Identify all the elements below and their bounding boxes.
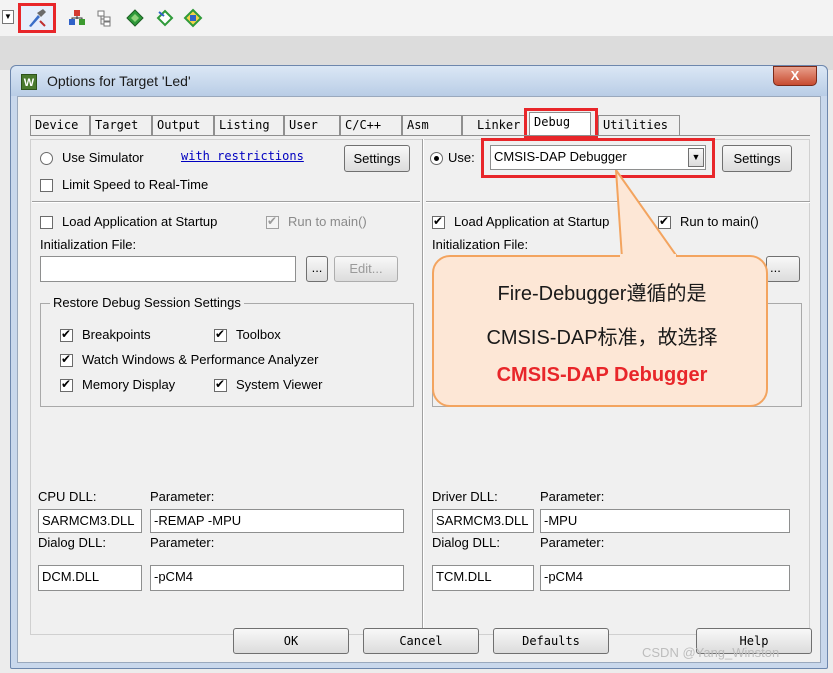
debugger-select[interactable]: CMSIS-DAP Debugger: [490, 145, 706, 170]
with-restrictions-link[interactable]: with restrictions: [181, 149, 304, 163]
toolbox-label: Toolbox: [236, 327, 281, 342]
init-file-input-left[interactable]: [40, 256, 296, 282]
pane-divider: [422, 139, 424, 635]
memory-display-label: Memory Display: [82, 377, 176, 392]
load-app-label-left: Load Application at Startup: [62, 214, 218, 229]
ok-button[interactable]: OK: [233, 628, 349, 654]
dropdown-arrow-icon[interactable]: ▼: [2, 10, 14, 24]
watermark: CSDN @Yang_Winston: [642, 645, 780, 660]
driver-param-label: Parameter:: [540, 489, 605, 504]
tab-debug[interactable]: Debug: [529, 112, 591, 136]
tab-utilities[interactable]: Utilities: [598, 115, 680, 135]
init-file-edit-button-left[interactable]: Edit...: [334, 256, 398, 282]
tab-output[interactable]: Output: [152, 115, 214, 135]
callout-line-3: CMSIS-DAP Debugger: [496, 364, 708, 386]
tab-device[interactable]: Device: [30, 115, 90, 135]
manage-components-icon[interactable]: [64, 5, 90, 31]
run-to-main-label-left: Run to main(): [288, 214, 367, 229]
dialog-title: Options for Target 'Led': [47, 73, 191, 89]
simulator-settings-button[interactable]: Settings: [344, 145, 410, 172]
limit-speed-label: Limit Speed to Real-Time: [62, 177, 209, 192]
tab-listing[interactable]: Listing: [214, 115, 284, 135]
keil-logo-icon: W: [21, 74, 37, 90]
tab-target[interactable]: Target: [90, 115, 152, 135]
cpu-dll-input[interactable]: SARMCM3.DLL: [38, 509, 142, 533]
defaults-button[interactable]: Defaults: [493, 628, 609, 654]
left-separator: [32, 201, 420, 203]
toolbar: ▼: [0, 0, 833, 36]
dialog-param-label-left: Parameter:: [150, 535, 215, 550]
green-diamond-icon[interactable]: [122, 5, 148, 31]
annotation-callout: Fire-Debugger遵循的是 CMSIS-DAP标准，故选择 CMSIS-…: [432, 255, 768, 407]
system-viewer-checkbox[interactable]: [214, 377, 227, 392]
run-to-main-checkbox-left[interactable]: [266, 214, 279, 229]
driver-dll-input[interactable]: SARMCM3.DLL: [432, 509, 534, 533]
init-file-label-right: Initialization File:: [432, 237, 529, 252]
options-for-target-icon[interactable]: [18, 3, 56, 33]
debugger-select-value: CMSIS-DAP Debugger: [494, 149, 627, 164]
init-file-browse-button-left[interactable]: ...: [306, 256, 328, 282]
driver-dll-label: Driver DLL:: [432, 489, 498, 504]
restore-session-group-title: Restore Debug Session Settings: [50, 295, 244, 310]
system-viewer-label: System Viewer: [236, 377, 323, 392]
use-simulator-label: Use Simulator: [62, 150, 144, 165]
use-debugger-radio[interactable]: [430, 152, 443, 165]
dialog-dll-label-left: Dialog DLL:: [38, 535, 106, 550]
cancel-button[interactable]: Cancel: [363, 628, 479, 654]
tab-c-cpp[interactable]: C/C++: [340, 115, 402, 135]
breakpoints-label: Breakpoints: [82, 327, 151, 342]
tab-underline: [30, 135, 810, 136]
select-packs-icon[interactable]: [92, 5, 118, 31]
tab-user[interactable]: User: [284, 115, 340, 135]
breakpoints-checkbox[interactable]: [60, 327, 73, 342]
debugger-settings-button[interactable]: Settings: [722, 145, 792, 172]
dialog-param-label-right: Parameter:: [540, 535, 605, 550]
pack-installer-icon[interactable]: [180, 5, 206, 31]
cpu-param-label: Parameter:: [150, 489, 215, 504]
debugger-select-arrow-icon[interactable]: ▼: [688, 148, 704, 167]
tab-asm[interactable]: Asm: [402, 115, 462, 135]
watch-windows-label: Watch Windows & Performance Analyzer: [82, 352, 319, 367]
callout-pointer-mask: [620, 254, 676, 258]
tab-linker[interactable]: Linker: [462, 115, 526, 135]
dialog-dll-input-right[interactable]: TCM.DLL: [432, 565, 534, 591]
use-label: Use:: [448, 150, 475, 165]
use-simulator-radio[interactable]: [40, 152, 53, 165]
driver-param-input[interactable]: -MPU: [540, 509, 790, 533]
load-app-checkbox-left[interactable]: [40, 216, 53, 229]
cpu-param-input[interactable]: -REMAP -MPU: [150, 509, 404, 533]
init-file-browse-button-right[interactable]: ...: [770, 260, 781, 275]
limit-speed-checkbox[interactable]: [40, 179, 53, 192]
callout-line-2: CMSIS-DAP标准，故选择: [486, 327, 718, 349]
cpu-dll-label: CPU DLL:: [38, 489, 97, 504]
dialog-param-input-left[interactable]: -pCM4: [150, 565, 404, 591]
close-button[interactable]: X: [773, 66, 817, 86]
memory-display-checkbox[interactable]: [60, 377, 73, 392]
callout-line-1: Fire-Debugger遵循的是: [497, 283, 707, 305]
dialog-dll-input-left[interactable]: DCM.DLL: [38, 565, 142, 591]
watch-windows-checkbox[interactable]: [60, 352, 73, 367]
title-bar[interactable]: W Options for Target 'Led' X: [11, 66, 827, 96]
dialog-dll-label-right: Dialog DLL:: [432, 535, 500, 550]
toolbox-checkbox[interactable]: [214, 327, 227, 342]
diamond-arrow-icon[interactable]: [152, 5, 178, 31]
load-app-checkbox-right[interactable]: [432, 214, 445, 229]
dialog-param-input-right[interactable]: -pCM4: [540, 565, 790, 591]
init-file-label-left: Initialization File:: [40, 237, 137, 252]
